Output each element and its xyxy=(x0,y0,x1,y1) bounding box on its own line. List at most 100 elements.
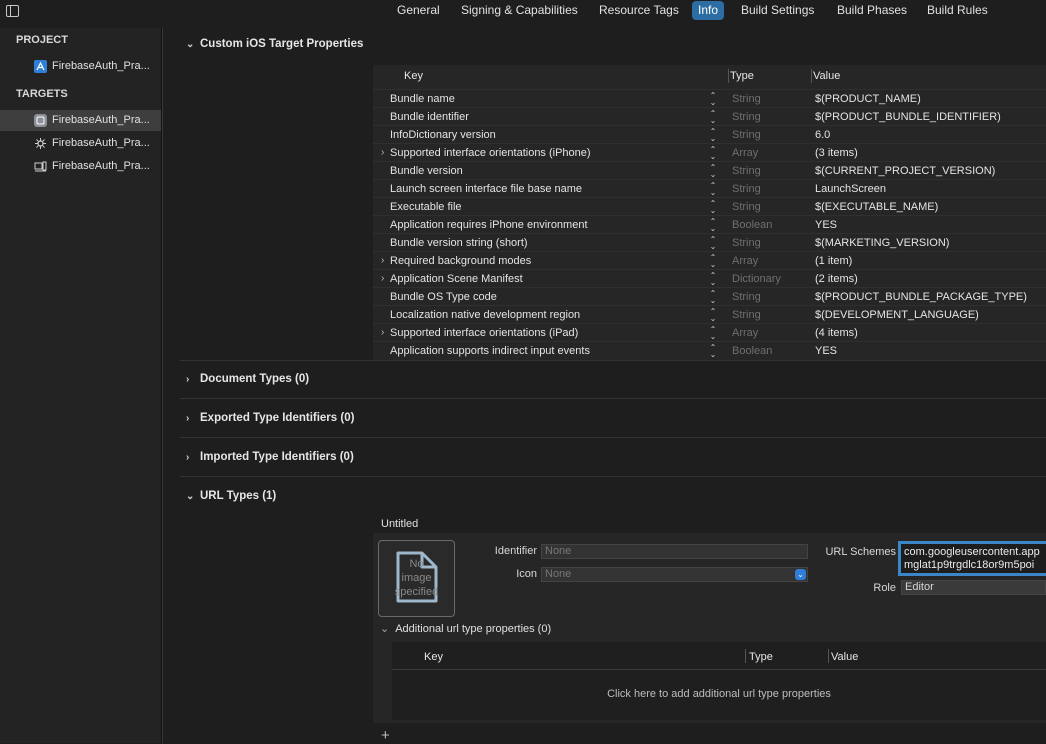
property-type[interactable]: Array xyxy=(732,324,758,342)
key-stepper-icon[interactable]: ⌃ ⌄ xyxy=(708,308,718,323)
key-stepper-icon[interactable]: ⌃ ⌄ xyxy=(708,344,718,359)
app-target-icon xyxy=(34,114,47,127)
key-stepper-icon[interactable]: ⌃ ⌄ xyxy=(708,254,718,269)
key-stepper-icon[interactable]: ⌃ ⌄ xyxy=(708,326,718,341)
add-properties-hint[interactable]: Click here to add additional url type pr… xyxy=(392,688,1046,700)
tab-build-settings[interactable]: Build Settings xyxy=(735,1,820,20)
sidebar-item-target-tests[interactable]: FirebaseAuth_Pra... xyxy=(0,133,161,154)
property-type[interactable]: String xyxy=(732,198,761,216)
table-row[interactable]: › Application Scene Manifest ⌃ ⌄ Dictionary (… xyxy=(373,269,1046,287)
identifier-field[interactable]: None xyxy=(541,544,808,559)
url-schemes-field[interactable]: com.googleusercontent.app mglat1p9trgdlc… xyxy=(898,541,1046,576)
role-popup[interactable]: Editor xyxy=(901,580,1046,595)
property-type[interactable]: String xyxy=(732,288,761,306)
tab-general[interactable]: General xyxy=(391,1,446,20)
table-header-row xyxy=(392,642,1046,670)
tab-build-rules[interactable]: Build Rules xyxy=(921,1,994,20)
property-value[interactable]: YES xyxy=(815,342,837,360)
key-stepper-icon[interactable]: ⌃ ⌄ xyxy=(708,290,718,305)
property-value[interactable]: YES xyxy=(815,216,837,234)
property-type[interactable]: String xyxy=(732,162,761,180)
property-value[interactable]: LaunchScreen xyxy=(815,180,886,198)
property-value[interactable]: $(PRODUCT_NAME) xyxy=(815,90,921,108)
property-type[interactable]: Array xyxy=(732,252,758,270)
key-stepper-icon[interactable]: ⌃ ⌄ xyxy=(708,128,718,143)
property-key: Bundle name xyxy=(390,93,455,105)
key-stepper-icon[interactable]: ⌃ ⌄ xyxy=(708,218,718,233)
table-row[interactable]: Bundle OS Type code ⌃ ⌄ String $(PRODUCT_BUN… xyxy=(373,287,1046,305)
key-column-header[interactable]: Key xyxy=(424,651,443,663)
property-type[interactable]: String xyxy=(732,234,761,252)
url-type-image-well[interactable]: No image specified xyxy=(378,540,455,617)
key-stepper-icon[interactable]: ⌃ ⌄ xyxy=(708,164,718,179)
section-custom-target-properties[interactable]: ⌄ Custom iOS Target Properties xyxy=(186,38,363,50)
key-stepper-icon[interactable]: ⌃ ⌄ xyxy=(708,110,718,125)
tab-build-phases[interactable]: Build Phases xyxy=(831,1,913,20)
table-row[interactable]: Executable file ⌃ ⌄ String $(EXECUTABLE_NAME… xyxy=(373,197,1046,215)
section-imported-type-identifiers[interactable]: › Imported Type Identifiers (0) xyxy=(186,451,354,463)
table-row[interactable]: InfoDictionary version ⌃ ⌄ String 6.0 xyxy=(373,125,1046,143)
table-row[interactable]: › Required background modes ⌃ ⌄ Array (1 item… xyxy=(373,251,1046,269)
tab-signing-capabilities[interactable]: Signing & Capabilities xyxy=(455,1,584,20)
key-stepper-icon[interactable]: ⌃ ⌄ xyxy=(708,182,718,197)
property-type[interactable]: String xyxy=(732,126,761,144)
chevron-right-icon[interactable]: › xyxy=(381,144,384,162)
property-value[interactable]: $(PRODUCT_BUNDLE_PACKAGE_TYPE) xyxy=(815,288,1027,306)
table-row[interactable]: Localization native development region ⌃ ⌄… xyxy=(373,305,1046,323)
property-value[interactable]: (4 items) xyxy=(815,324,858,342)
chevron-right-icon[interactable]: › xyxy=(381,252,384,270)
table-row[interactable]: Bundle identifier ⌃ ⌄ String $(PRODUCT_BUNDL… xyxy=(373,107,1046,125)
section-url-types[interactable]: ⌄ URL Types (1) xyxy=(186,490,276,502)
table-row[interactable]: › Supported interface orientations (iPhon… xyxy=(373,143,1046,161)
table-row[interactable]: Bundle version ⌃ ⌄ String $(CURRENT_PROJECT_… xyxy=(373,161,1046,179)
property-value[interactable]: 6.0 xyxy=(815,126,830,144)
table-row[interactable]: › Supported interface orientations (iPad)… xyxy=(373,323,1046,341)
property-type[interactable]: String xyxy=(732,306,761,324)
property-type[interactable]: Dictionary xyxy=(732,270,781,288)
icon-popup[interactable]: None ⌄ xyxy=(541,567,808,582)
property-value[interactable]: $(DEVELOPMENT_LANGUAGE) xyxy=(815,306,979,324)
tab-resource-tags[interactable]: Resource Tags xyxy=(593,1,685,20)
table-row[interactable]: Launch screen interface file base name ⌃ ⌄… xyxy=(373,179,1046,197)
table-row[interactable]: Bundle name ⌃ ⌄ String $(PRODUCT_NAME) xyxy=(373,89,1046,107)
property-value[interactable]: $(CURRENT_PROJECT_VERSION) xyxy=(815,162,995,180)
property-type[interactable]: String xyxy=(732,108,761,126)
key-stepper-icon[interactable]: ⌃ ⌄ xyxy=(708,200,718,215)
property-value[interactable]: $(MARKETING_VERSION) xyxy=(815,234,949,252)
sidebar-item-target-app[interactable]: FirebaseAuth_Pra... xyxy=(0,110,161,131)
chevron-right-icon[interactable]: › xyxy=(381,270,384,288)
key-stepper-icon[interactable]: ⌃ ⌄ xyxy=(708,92,718,107)
sidebar-toggle-icon[interactable] xyxy=(6,5,19,17)
value-column-header[interactable]: Value xyxy=(813,65,840,87)
property-key: Application Scene Manifest xyxy=(390,273,523,285)
table-row[interactable]: Application supports indirect input even… xyxy=(373,341,1046,359)
property-value[interactable]: (1 item) xyxy=(815,252,852,270)
property-value[interactable]: (2 items) xyxy=(815,270,858,288)
key-stepper-icon[interactable]: ⌃ ⌄ xyxy=(708,146,718,161)
property-type[interactable]: String xyxy=(732,180,761,198)
property-value[interactable]: $(EXECUTABLE_NAME) xyxy=(815,198,938,216)
property-value[interactable]: $(PRODUCT_BUNDLE_IDENTIFIER) xyxy=(815,108,1001,126)
key-stepper-icon[interactable]: ⌃ ⌄ xyxy=(708,272,718,287)
tab-info[interactable]: Info xyxy=(692,1,725,20)
key-stepper-icon[interactable]: ⌃ ⌄ xyxy=(708,236,718,251)
property-type[interactable]: Array xyxy=(732,144,758,162)
table-row[interactable]: Application requires iPhone environment ⌃… xyxy=(373,215,1046,233)
section-exported-type-identifiers[interactable]: › Exported Type Identifiers (0) xyxy=(186,412,354,424)
type-column-header[interactable]: Type xyxy=(730,65,754,87)
property-type[interactable]: Boolean xyxy=(732,342,772,360)
property-value[interactable]: (3 items) xyxy=(815,144,858,162)
property-type[interactable]: Boolean xyxy=(732,216,772,234)
additional-properties-disclosure[interactable]: ⌄ Additional url type properties (0) xyxy=(380,622,551,635)
section-document-types[interactable]: › Document Types (0) xyxy=(186,373,309,385)
sidebar-item-target-uitests[interactable]: FirebaseAuth_Pra... xyxy=(0,156,161,177)
key-column-header[interactable]: Key xyxy=(404,65,423,87)
chevron-right-icon[interactable]: › xyxy=(381,324,384,342)
type-column-header[interactable]: Type xyxy=(749,651,773,663)
add-url-type-button[interactable]: + xyxy=(381,728,390,743)
property-type[interactable]: String xyxy=(732,90,761,108)
table-row[interactable]: Bundle version string (short) ⌃ ⌄ String $(M… xyxy=(373,233,1046,251)
sidebar-item-project[interactable]: FirebaseAuth_Pra... xyxy=(0,56,161,77)
value-column-header[interactable]: Value xyxy=(831,651,858,663)
property-key: Launch screen interface file base name xyxy=(390,183,583,195)
